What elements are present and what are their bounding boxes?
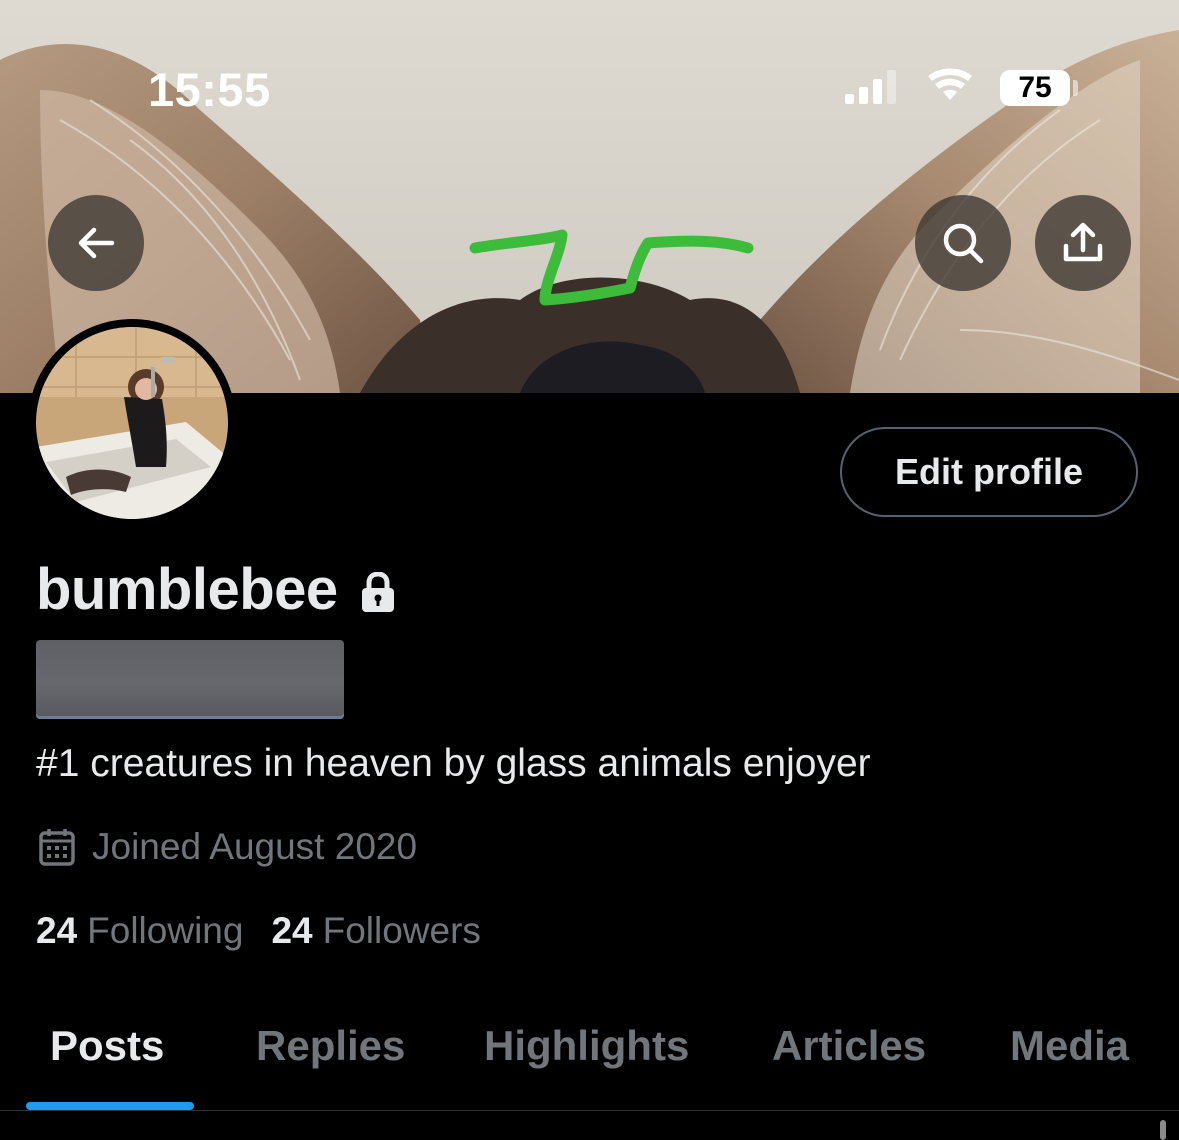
handle-redacted [36, 640, 344, 719]
joined-text: Joined August 2020 [92, 826, 418, 867]
followers-label: Followers [322, 910, 481, 951]
calendar-icon [39, 829, 75, 866]
search-button[interactable] [915, 195, 1011, 291]
profile-tabs: Posts Replies Highlights Articles Media [0, 1012, 1179, 1112]
battery-indicator: 75 [1000, 70, 1070, 106]
following-label: Following [87, 910, 244, 951]
avatar-photo [36, 327, 228, 519]
lock-icon [361, 571, 394, 612]
followers-count: 24 [271, 910, 313, 951]
status-time: 15:55 [148, 63, 271, 116]
edit-profile-button[interactable]: Edit profile [840, 427, 1138, 517]
cellular-signal-icon [845, 70, 896, 104]
profile-name-row: bumblebee [36, 556, 396, 623]
following-count: 24 [36, 910, 78, 951]
back-button[interactable] [48, 195, 144, 291]
share-button[interactable] [1035, 195, 1131, 291]
wifi-icon [928, 68, 972, 100]
following-link[interactable]: 24 Following [36, 910, 243, 952]
tab-replies[interactable]: Replies [256, 1022, 405, 1070]
profile-bio: #1 creatures in heaven by glass animals … [36, 742, 871, 785]
status-icons [845, 68, 972, 104]
share-upload-icon [1063, 222, 1103, 262]
battery-tip [1073, 80, 1078, 96]
avatar[interactable] [36, 327, 228, 519]
active-tab-indicator [26, 1102, 194, 1110]
scrollbar[interactable] [1160, 1120, 1166, 1140]
follow-stats: 24 Following 24 Followers [36, 910, 481, 952]
followers-link[interactable]: 24 Followers [271, 910, 480, 952]
search-icon [943, 223, 984, 264]
tab-highlights[interactable]: Highlights [484, 1022, 689, 1070]
tab-divider [0, 1110, 1179, 1111]
joined-date: Joined August 2020 [38, 826, 417, 868]
arrow-left-icon [78, 227, 115, 259]
tab-media[interactable]: Media [1010, 1022, 1129, 1070]
tab-articles[interactable]: Articles [772, 1022, 926, 1070]
tab-posts[interactable]: Posts [50, 1022, 164, 1070]
display-name: bumblebee [36, 557, 338, 622]
